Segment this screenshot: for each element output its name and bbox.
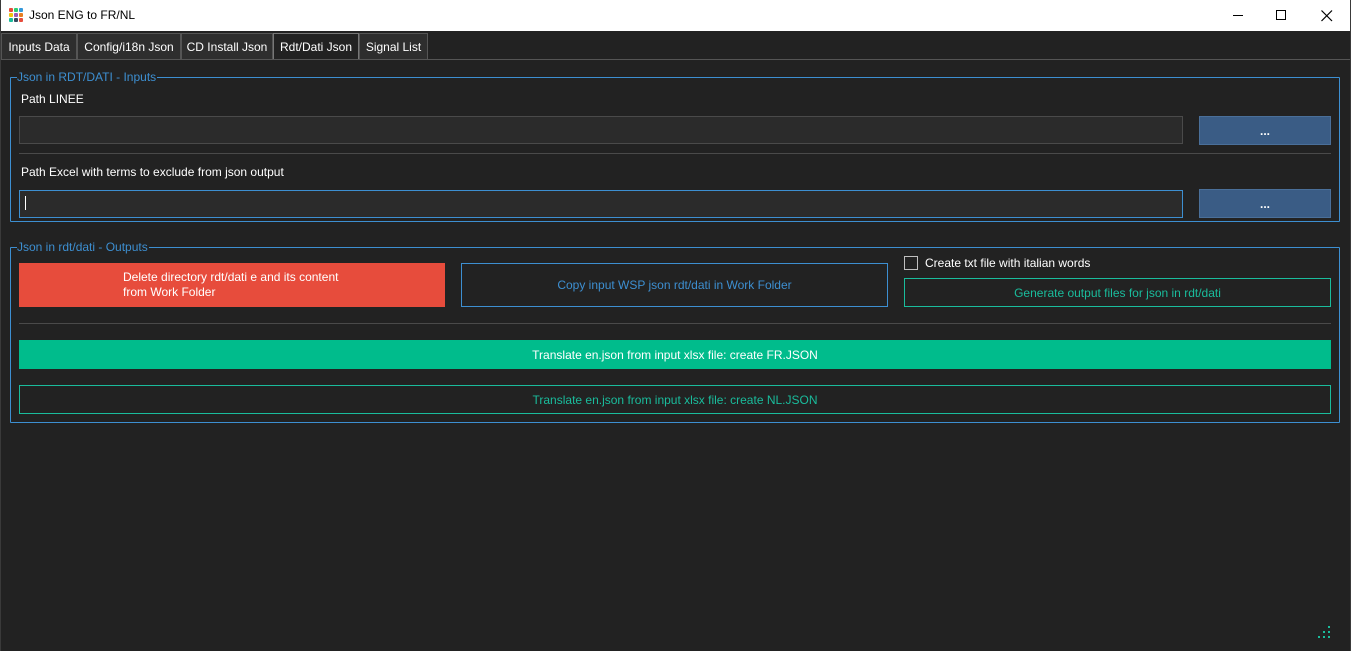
- resize-grip-icon[interactable]: [1318, 626, 1330, 638]
- delete-button-text: Delete directory rdt/dati e and its cont…: [123, 270, 338, 300]
- inputs-separator: [19, 153, 1331, 154]
- outputs-group: Json in rdt/dati - Outputs Delete direct…: [10, 240, 1340, 423]
- tab-config-i18n-json[interactable]: Config/i18n Json: [77, 33, 181, 60]
- maximize-icon: [1275, 10, 1286, 20]
- tab-underline: [1, 59, 1350, 60]
- inputs-group-title: Json in RDT/DATI - Inputs: [17, 70, 158, 84]
- tab-rdt-dati-json[interactable]: Rdt/Dati Json: [273, 33, 359, 60]
- title-bar[interactable]: Json ENG to FR/NL: [1, 0, 1350, 31]
- delete-rdt-dati-button[interactable]: Delete directory rdt/dati e and its cont…: [19, 263, 445, 307]
- path-excel-label: Path Excel with terms to exclude from js…: [21, 165, 284, 179]
- app-icon: [9, 8, 23, 22]
- path-linee-browse-button[interactable]: ...: [1199, 116, 1331, 145]
- outputs-group-title: Json in rdt/dati - Outputs: [17, 240, 149, 254]
- tab-signal-list[interactable]: Signal List: [359, 33, 428, 60]
- translate-nl-button[interactable]: Translate en.json from input xlsx file: …: [19, 385, 1331, 414]
- generate-output-button[interactable]: Generate output files for json in rdt/da…: [904, 278, 1331, 307]
- close-button[interactable]: [1304, 0, 1350, 31]
- minimize-button[interactable]: [1215, 0, 1261, 31]
- path-excel-field: [19, 190, 1183, 218]
- path-excel-browse-button[interactable]: ...: [1199, 189, 1331, 218]
- tab-bar: Inputs Data Config/i18n Json CD Install …: [1, 31, 1350, 60]
- delete-button-line2: from Work Folder: [123, 285, 216, 299]
- outputs-separator: [19, 323, 1331, 324]
- window-title: Json ENG to FR/NL: [29, 8, 136, 22]
- close-icon: [1321, 9, 1333, 21]
- app-window: Json ENG to FR/NL Inputs Data Config/i18…: [0, 0, 1351, 651]
- tab-cd-install-json[interactable]: CD Install Json: [181, 33, 273, 60]
- italian-words-checkbox-label[interactable]: Create txt file with italian words: [925, 256, 1090, 270]
- translate-fr-button[interactable]: Translate en.json from input xlsx file: …: [19, 340, 1331, 369]
- minimize-icon: [1232, 15, 1243, 16]
- maximize-button[interactable]: [1258, 0, 1304, 31]
- inputs-group: Json in RDT/DATI - Inputs Path LINEE ...…: [10, 70, 1340, 222]
- tab-inputs-data[interactable]: Inputs Data: [1, 33, 77, 60]
- italian-words-checkbox[interactable]: [904, 256, 918, 270]
- path-linee-input[interactable]: [19, 116, 1183, 144]
- path-excel-input[interactable]: [19, 190, 1183, 218]
- text-caret: [25, 196, 26, 210]
- copy-wsp-json-button[interactable]: Copy input WSP json rdt/dati in Work Fol…: [461, 263, 888, 307]
- delete-button-line1: Delete directory rdt/dati e and its cont…: [123, 270, 339, 284]
- path-linee-label: Path LINEE: [21, 92, 84, 106]
